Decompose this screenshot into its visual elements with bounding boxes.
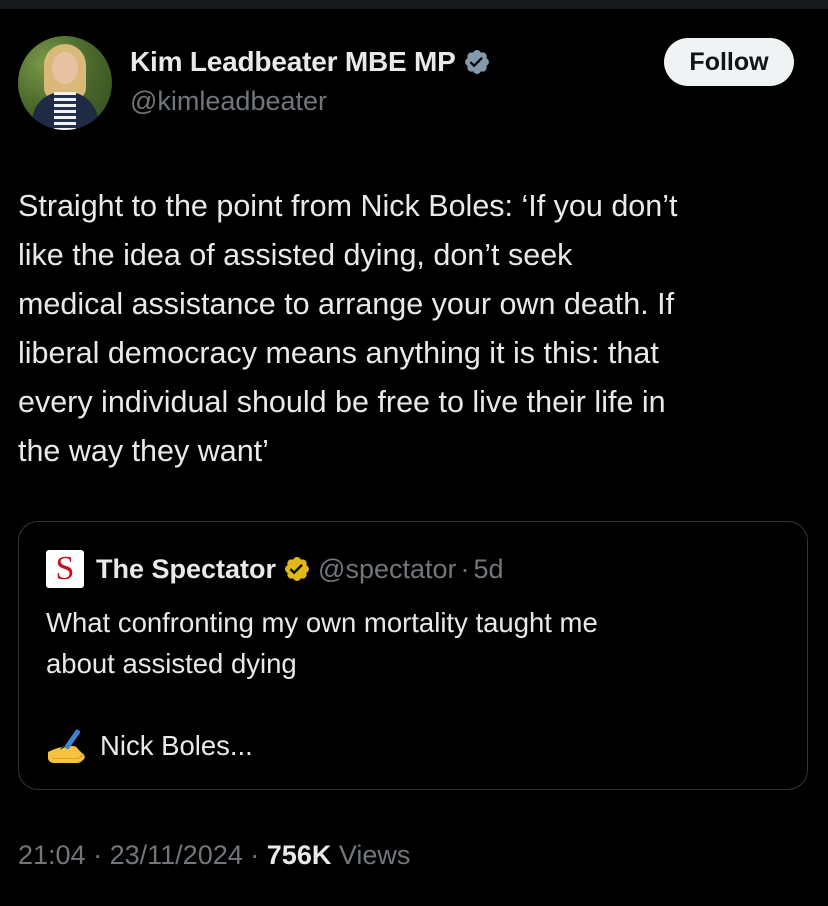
quoted-tweet-card[interactable]: S The Spectator @spectator · 5d What con… [18, 521, 808, 790]
quoted-tweet-header: S The Spectator @spectator · 5d [46, 550, 504, 588]
avatar[interactable] [18, 36, 112, 130]
quoted-tweet-text: What confronting my own mortality taught… [46, 607, 598, 679]
tweet-meta: 21:04 · 23/11/2024 · 756K Views [18, 840, 410, 871]
quoted-age: 5d [473, 553, 504, 584]
top-status-bar [0, 0, 828, 9]
tweet-text: Straight to the point from Nick Boles: ‘… [18, 189, 678, 468]
writing-hand-icon [48, 729, 85, 763]
meta-separator: · [250, 840, 260, 870]
quoted-author-handle[interactable]: @spectator [318, 554, 456, 585]
author-name[interactable]: Kim Leadbeater MBE MP [130, 46, 456, 78]
follow-button[interactable]: Follow [664, 38, 794, 86]
author-handle[interactable]: @kimleadbeater [130, 86, 327, 117]
quoted-separator: · [460, 553, 470, 584]
author-name-row[interactable]: Kim Leadbeater MBE MP [130, 44, 491, 80]
tweet-header: Kim Leadbeater MBE MP @kimleadbeater Fol… [18, 36, 810, 132]
tweet-date[interactable]: 23/11/2024 [110, 840, 243, 871]
quoted-author-text: Nick Boles... [100, 730, 253, 761]
spectator-logo-icon[interactable]: S [46, 550, 84, 588]
tweet-time[interactable]: 21:04 [18, 840, 86, 871]
quoted-author-line: Nick Boles... [46, 724, 253, 768]
meta-separator: · [93, 840, 103, 870]
views-count[interactable]: 756K [267, 840, 332, 871]
verified-badge-icon [464, 50, 489, 74]
quoted-author-name[interactable]: The Spectator [96, 554, 276, 585]
views-label[interactable]: Views [339, 840, 411, 871]
gold-verified-badge-icon [285, 557, 310, 581]
